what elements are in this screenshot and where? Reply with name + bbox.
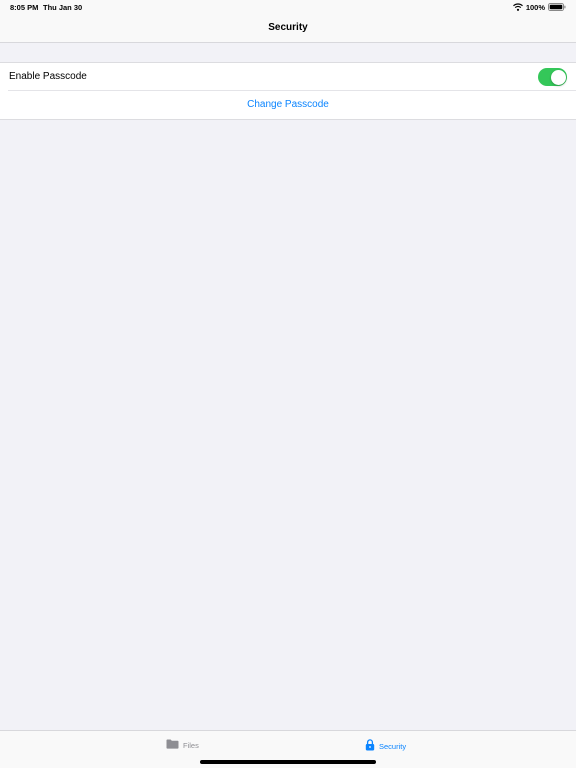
home-indicator[interactable] [200,760,376,764]
tab-files-label: Files [183,740,199,750]
tab-security[interactable]: Security [365,739,406,753]
status-indicators: 100% [512,2,566,12]
status-date: Thu Jan 30 [43,3,83,12]
status-time: 8:05 PM [10,3,39,12]
folder-icon [166,739,179,751]
navigation-bar: Security [0,14,576,43]
enable-passcode-label: Enable Passcode [9,71,87,82]
toggle-knob [550,69,566,85]
enable-passcode-row: Enable Passcode [8,63,576,91]
wifi-icon [512,3,523,11]
battery-percent: 100% [525,2,545,12]
tab-security-label: Security [379,741,407,751]
status-bar: 8:05 PM Thu Jan 30 100% [0,0,576,14]
enable-passcode-toggle[interactable] [538,68,567,86]
tab-files[interactable]: Files [166,739,199,751]
tab-bar: Files Security [0,730,576,768]
lock-icon [365,739,375,753]
change-passcode-button[interactable]: Change Passcode [247,99,329,110]
security-settings-group: Enable Passcode Change Passcode [0,62,576,120]
change-passcode-row[interactable]: Change Passcode [0,91,576,119]
battery-icon [548,3,566,11]
page-title: Security [268,22,308,33]
